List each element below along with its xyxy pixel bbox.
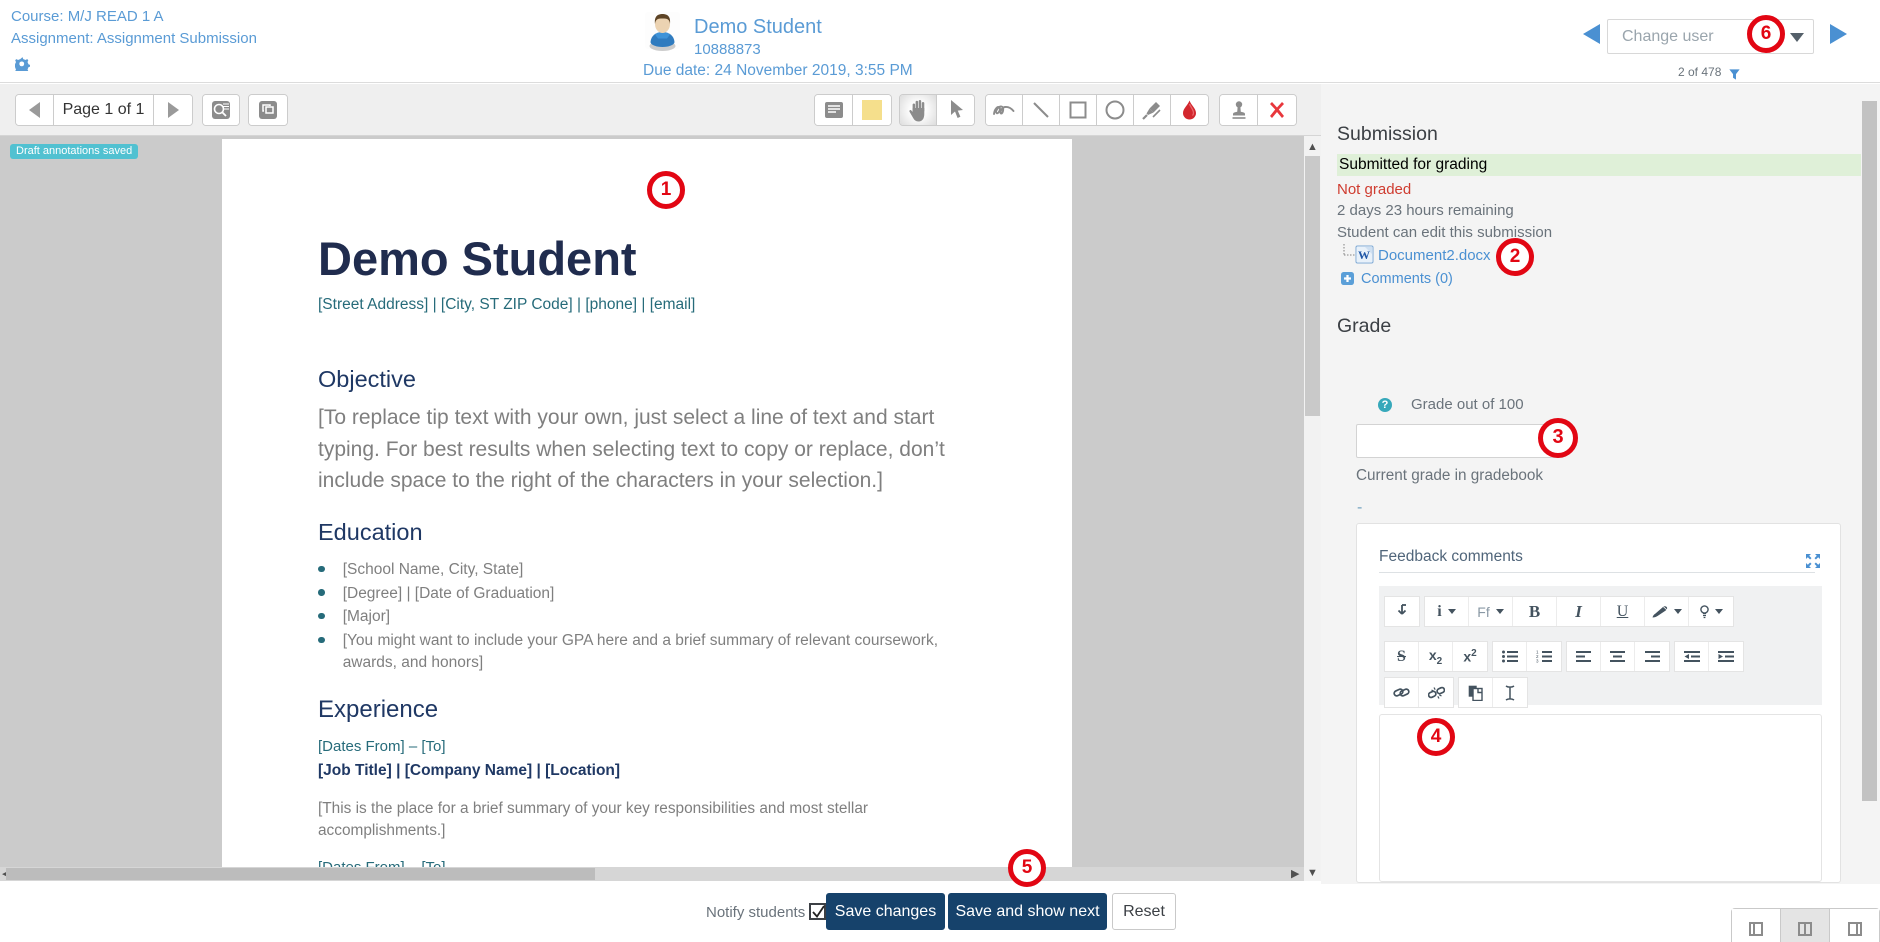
- svg-text:3: 3: [1536, 659, 1539, 664]
- svg-text:W: W: [1358, 248, 1370, 262]
